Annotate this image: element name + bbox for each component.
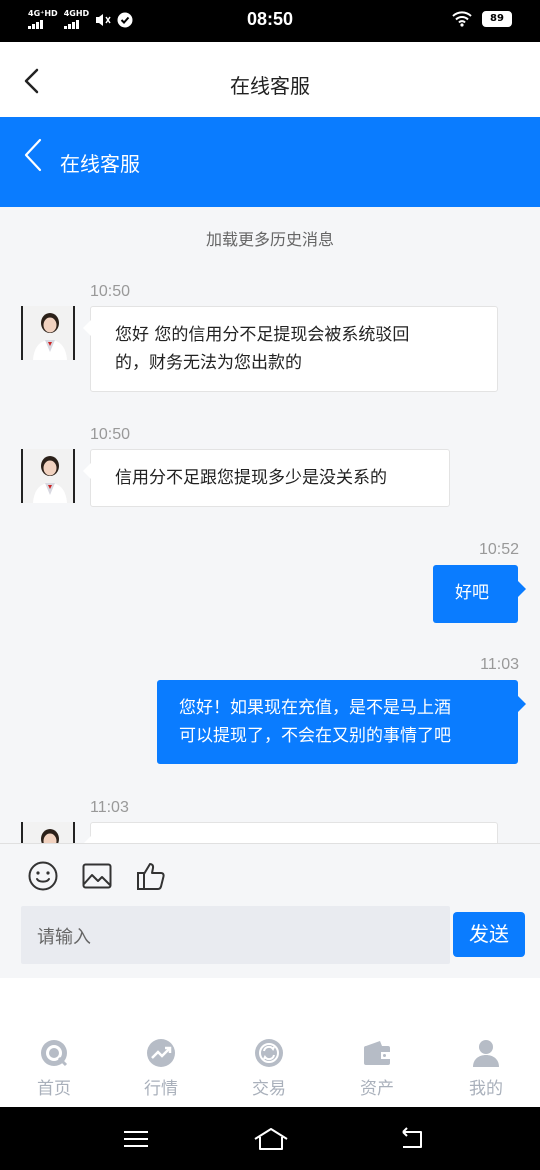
message-time: 10:50 bbox=[90, 283, 131, 300]
message-time: 11:03 bbox=[90, 799, 129, 816]
message-time: 10:52 bbox=[478, 541, 519, 558]
image-icon[interactable] bbox=[81, 860, 113, 892]
message-bubble-agent bbox=[83, 822, 498, 843]
load-more-link[interactable]: 加载更多历史消息 bbox=[0, 226, 540, 250]
message-time: 10:50 bbox=[90, 426, 131, 443]
service-header: 在线客服 bbox=[0, 117, 540, 207]
chat-area[interactable]: 加载更多历史消息 10:50 您好 您的信用分不足提现会被系统驳回 的，财务无法… bbox=[0, 207, 540, 843]
send-button[interactable]: 发送 bbox=[453, 912, 525, 957]
message-bubble-agent: 您好 您的信用分不足提现会被系统驳回 的，财务无法为您出款的 bbox=[83, 306, 498, 392]
message-text: 可以提现了，不会在又别的事情了吧 bbox=[179, 726, 451, 746]
home-nav-icon[interactable] bbox=[253, 1125, 289, 1153]
profile-icon bbox=[473, 1040, 499, 1067]
wallet-icon bbox=[364, 1041, 390, 1065]
page-title: 在线客服 bbox=[230, 74, 310, 98]
trade-icon bbox=[255, 1039, 283, 1067]
wifi-icon bbox=[452, 11, 472, 27]
message-text: 信用分不足跟您提现多少是没关系的 bbox=[115, 468, 387, 488]
tab-label: 资产 bbox=[360, 1079, 394, 1099]
message-input[interactable]: 请输入 bbox=[21, 906, 450, 964]
tab-label: 首页 bbox=[37, 1079, 71, 1099]
tab-assets[interactable]: 资产 bbox=[337, 1038, 417, 1099]
message-text: 好吧 bbox=[455, 583, 489, 603]
tab-label: 行情 bbox=[144, 1079, 178, 1099]
tab-mine[interactable]: 我的 bbox=[446, 1038, 526, 1099]
back-nav-icon[interactable] bbox=[397, 1125, 427, 1153]
agent-avatar bbox=[21, 822, 75, 843]
tab-label: 交易 bbox=[252, 1079, 286, 1099]
status-right: 89 bbox=[452, 11, 512, 27]
back-chevron-icon[interactable] bbox=[20, 137, 48, 173]
composer: 请输入 发送 bbox=[0, 843, 540, 978]
tab-bar: 首页 行情 交易 资产 我的 bbox=[0, 978, 540, 1107]
agent-avatar bbox=[21, 306, 75, 360]
system-nav-bar bbox=[0, 1107, 540, 1170]
market-icon bbox=[147, 1039, 175, 1067]
tab-market[interactable]: 行情 bbox=[121, 1038, 201, 1099]
message-text: 的，财务无法为您出款的 bbox=[115, 353, 302, 373]
message-bubble-agent: 信用分不足跟您提现多少是没关系的 bbox=[83, 449, 450, 507]
home-icon bbox=[41, 1040, 68, 1067]
status-bar: 4G⁺HD 4GHD 08:50 89 bbox=[0, 0, 540, 42]
message-bubble-user: 您好！如果现在充值，是不是马上酒 可以提现了，不会在又别的事情了吧 bbox=[157, 680, 526, 764]
menu-icon[interactable] bbox=[121, 1125, 151, 1153]
tab-label: 我的 bbox=[469, 1079, 503, 1099]
service-title: 在线客服 bbox=[60, 152, 140, 176]
tab-home[interactable]: 首页 bbox=[14, 1038, 94, 1099]
app-header: 在线客服 bbox=[0, 42, 540, 117]
agent-avatar bbox=[21, 449, 75, 503]
message-text: 您好！如果现在充值，是不是马上酒 bbox=[179, 698, 451, 718]
battery-icon: 89 bbox=[482, 11, 512, 27]
message-bubble-user: 好吧 bbox=[433, 565, 526, 623]
message-time: 11:03 bbox=[480, 656, 519, 673]
thumbs-up-icon[interactable] bbox=[135, 860, 167, 892]
tab-trade[interactable]: 交易 bbox=[229, 1038, 309, 1099]
message-text: 您好 您的信用分不足提现会被系统驳回 bbox=[115, 325, 410, 345]
emoji-icon[interactable] bbox=[27, 860, 59, 892]
